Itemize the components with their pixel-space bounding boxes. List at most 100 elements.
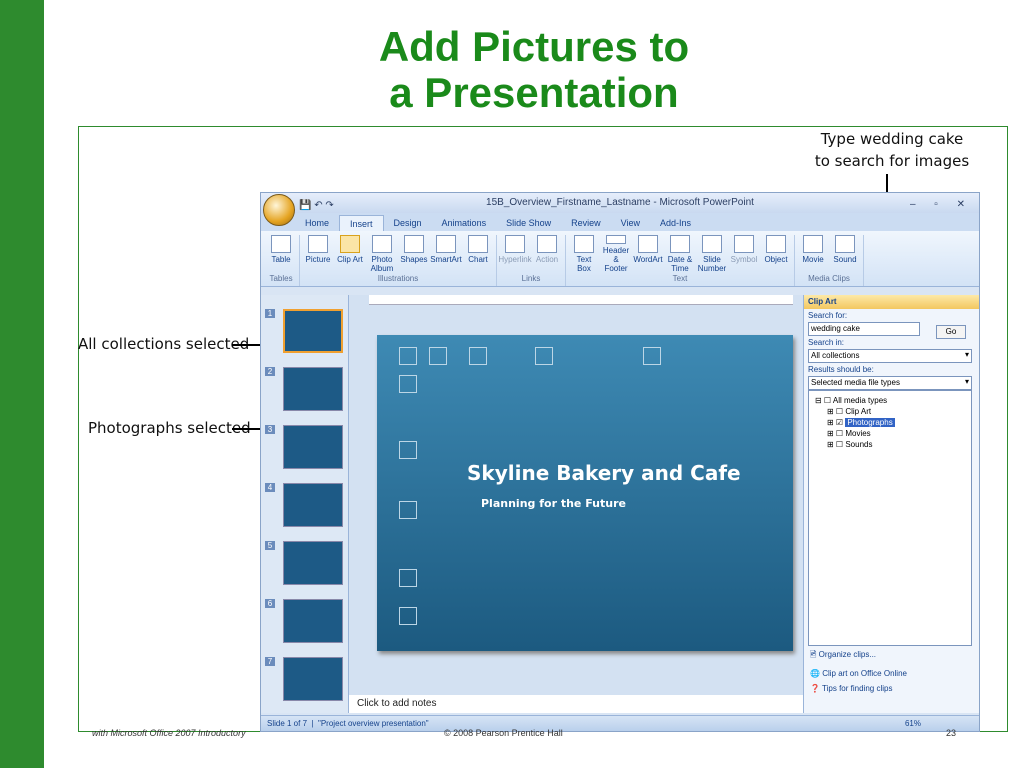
clip-art-icon (340, 235, 360, 253)
organize-clips-link[interactable]: 🖻 Organize clips... (804, 646, 979, 666)
clip-art-pane: Clip Art Search for: wedding cake Go Sea… (803, 295, 979, 713)
search-in-select[interactable]: All collections (808, 349, 972, 363)
tab-view[interactable]: View (611, 215, 650, 231)
ribbon-action[interactable]: Action (532, 235, 562, 273)
tree-item-label: All media types (832, 396, 888, 405)
notes-placeholder[interactable]: Click to add notes (349, 695, 803, 713)
search-input[interactable]: wedding cake (808, 322, 920, 336)
title-line-2: a Presentation (389, 69, 679, 116)
group-label: Tables (269, 274, 293, 283)
office-button[interactable] (263, 194, 295, 226)
ribbon-wordart[interactable]: WordArt (633, 235, 663, 273)
ribbon-smartart[interactable]: SmartArt (430, 235, 462, 273)
ribbon-symbol[interactable]: Symbol (729, 235, 759, 273)
chart-icon (468, 235, 488, 253)
slide-thumbnail[interactable] (283, 425, 343, 469)
tree-item-label: Photographs (845, 418, 895, 427)
ribbon-picture[interactable]: Picture (303, 235, 333, 273)
ribbon-object[interactable]: Object (761, 235, 791, 273)
thumb-number: 5 (265, 541, 275, 550)
header-footer-icon (606, 235, 626, 244)
slide-thumbnail[interactable] (283, 483, 343, 527)
ribbon-movie[interactable]: Movie (798, 235, 828, 273)
ribbon-photo-album[interactable]: Photo Album (367, 235, 397, 273)
go-button[interactable]: Go (936, 325, 966, 339)
shapes-icon (404, 235, 424, 253)
ribbon-date-time[interactable]: Date & Time (665, 235, 695, 273)
decorative-square (399, 607, 417, 625)
status-theme: "Project overview presentation" (318, 719, 429, 728)
decorative-square (535, 347, 553, 365)
link-label: Organize clips... (818, 650, 877, 659)
window-controls[interactable]: – ▫ ✕ (910, 195, 973, 215)
slide-thumbnail[interactable] (283, 541, 343, 585)
tab-home[interactable]: Home (295, 215, 339, 231)
footer-page-number: 23 (946, 728, 957, 738)
tab-design[interactable]: Design (384, 215, 432, 231)
group-text: Text Box Header & Footer WordArt Date & … (566, 235, 795, 286)
tab-review[interactable]: Review (561, 215, 611, 231)
ribbon-hyperlink[interactable]: Hyperlink (498, 235, 532, 273)
horizontal-ruler (369, 295, 793, 305)
ribbon-chart[interactable]: Chart (463, 235, 493, 273)
slide-thumbnail[interactable] (283, 657, 343, 701)
ribbon-text-box[interactable]: Text Box (569, 235, 599, 273)
slide-thumbnail[interactable] (283, 599, 343, 643)
ribbon: Table Tables Picture Clip Art Photo Albu… (261, 231, 979, 287)
sound-icon (835, 235, 855, 253)
slide-editor: Skyline Bakery and Cafe Planning for the… (349, 295, 803, 713)
page-title: Add Pictures to a Presentation (44, 24, 1024, 116)
clip-art-title: Clip Art (804, 295, 979, 309)
slide-thumbnail[interactable] (283, 367, 343, 411)
clip-art-online-link[interactable]: 🌐 Clip art on Office Online (804, 666, 979, 681)
tab-slide-show[interactable]: Slide Show (496, 215, 561, 231)
ribbon-picture-label: Picture (305, 255, 331, 264)
ribbon-smartart-label: SmartArt (430, 255, 462, 264)
ribbon-table-label: Table (271, 255, 291, 264)
tab-insert[interactable]: Insert (339, 215, 384, 231)
picture-icon (308, 235, 328, 253)
callout-wedding: Type wedding cake to search for images (812, 128, 972, 172)
tips-link[interactable]: ❓ Tips for finding clips (804, 681, 979, 696)
symbol-icon (734, 235, 754, 253)
tree-item[interactable]: ⊞ ☐ Sounds (815, 439, 965, 450)
thumb-number: 7 (265, 657, 275, 666)
status-bar: Slide 1 of 7 | "Project overview present… (261, 715, 979, 731)
quick-access-toolbar[interactable]: 💾 ↶ ↷ (299, 196, 334, 216)
ribbon-clip-art[interactable]: Clip Art (335, 235, 365, 273)
callout-photographs: Photographs selected (88, 419, 251, 437)
ribbon-table[interactable]: Table (266, 235, 296, 273)
footer-copyright: © 2008 Pearson Prentice Hall (444, 728, 563, 738)
slide-number-icon (702, 235, 722, 253)
tab-add-ins[interactable]: Add-Ins (650, 215, 701, 231)
smartart-icon (436, 235, 456, 253)
tree-item[interactable]: ⊞ ☑ Photographs (815, 417, 965, 428)
decorative-square (469, 347, 487, 365)
link-label: Tips for finding clips (822, 684, 893, 693)
window-title: 15B_Overview_Firstname_Lastname - Micros… (486, 197, 754, 208)
tree-item[interactable]: ⊞ ☐ Movies (815, 428, 965, 439)
action-icon (537, 235, 557, 253)
group-label: Links (521, 274, 541, 283)
tab-animations[interactable]: Animations (432, 215, 497, 231)
tree-item-label: Sounds (845, 440, 873, 449)
decorative-square (399, 375, 417, 393)
ribbon-date-time-label: Date & Time (667, 255, 693, 273)
results-select[interactable]: Selected media file types (808, 376, 972, 390)
ribbon-header-footer[interactable]: Header & Footer (601, 235, 631, 273)
tree-item[interactable]: ⊞ ☐ Clip Art (815, 406, 965, 417)
ribbon-header-footer-label: Header & Footer (602, 246, 630, 273)
ribbon-sound[interactable]: Sound (830, 235, 860, 273)
ribbon-shapes[interactable]: Shapes (399, 235, 429, 273)
tree-item[interactable]: ⊟ ☐ All media types (815, 395, 965, 406)
zoom-level[interactable]: 61% (905, 719, 921, 728)
photo-album-icon (372, 235, 392, 253)
group-label: Media Clips (808, 274, 850, 283)
slide-thumbnail[interactable] (283, 309, 343, 353)
decorative-square (399, 569, 417, 587)
footer-book: with Microsoft Office 2007 Introductory (92, 728, 246, 738)
ribbon-wordart-label: WordArt (633, 255, 663, 264)
slide-canvas[interactable]: Skyline Bakery and Cafe Planning for the… (377, 335, 793, 651)
ribbon-slide-number[interactable]: Slide Number (697, 235, 727, 273)
group-label: Text (672, 274, 688, 283)
